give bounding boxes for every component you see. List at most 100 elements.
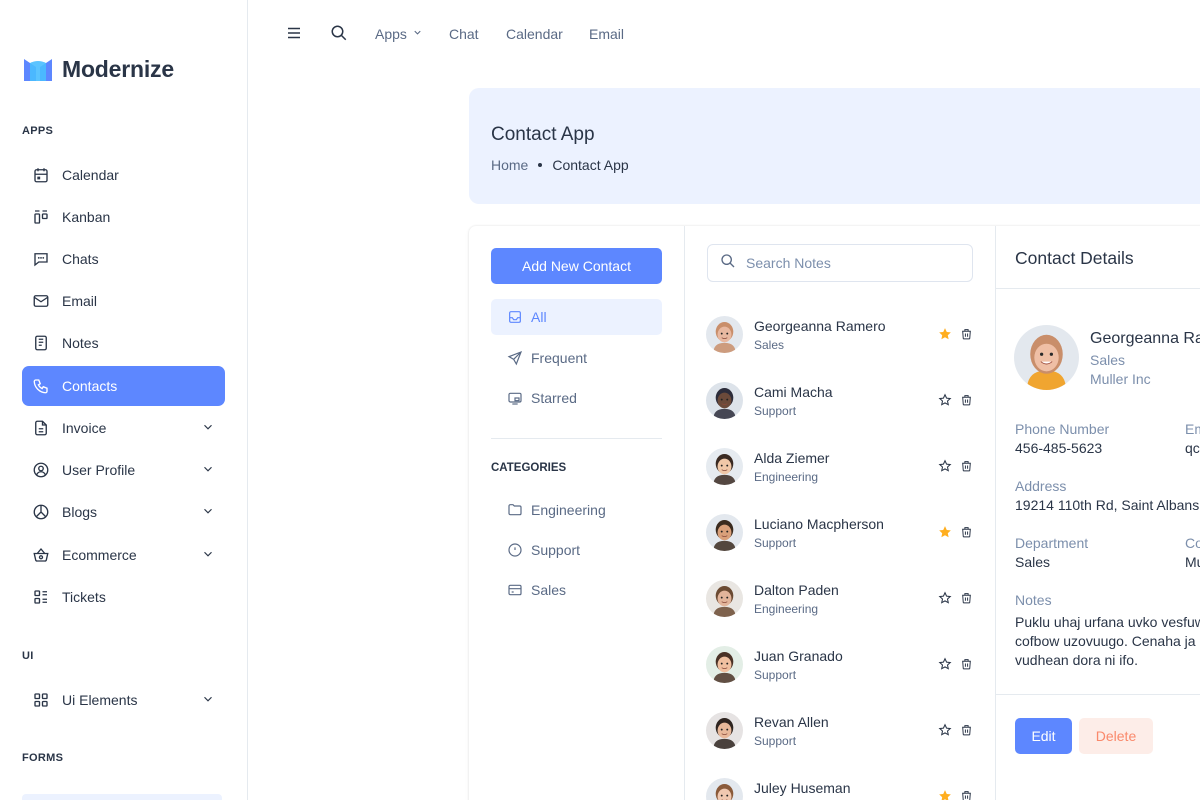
breadcrumb-current: Contact App xyxy=(552,157,629,173)
contact-list-item[interactable]: Alda Ziemer Engineering xyxy=(706,445,976,489)
star-icon[interactable] xyxy=(938,591,952,610)
trash-icon[interactable] xyxy=(960,657,973,676)
search-input[interactable] xyxy=(746,255,956,271)
edit-button[interactable]: Edit xyxy=(1015,718,1072,754)
category-engineering[interactable]: Engineering xyxy=(491,492,662,528)
chevron-down-icon xyxy=(201,462,215,479)
sidebar: Modernize APPS Calendar Kanban Chats Ema… xyxy=(0,0,248,800)
category-sales[interactable]: Sales xyxy=(491,572,662,608)
column-divider xyxy=(995,226,996,800)
notes-icon xyxy=(32,334,50,352)
sidebar-item-user-profile[interactable]: User Profile xyxy=(22,450,225,490)
contact-name: Juan Granado xyxy=(754,648,843,664)
topbar-link-email[interactable]: Email xyxy=(589,26,624,42)
contact-details-title: Contact Details xyxy=(1015,248,1134,268)
contact-list-item[interactable]: Georgeanna Ramero Sales xyxy=(706,313,976,357)
phone-value: 456-485-5623 xyxy=(1015,440,1103,456)
contact-list-item[interactable]: Revan Allen Support xyxy=(706,709,976,753)
sidebar-item-label: Calendar xyxy=(62,167,119,183)
trash-icon[interactable] xyxy=(960,723,973,742)
contact-list-item[interactable]: Juley Huseman xyxy=(706,775,976,800)
divider xyxy=(996,694,1200,695)
kanban-icon xyxy=(32,208,50,226)
email-label: Em xyxy=(1185,421,1200,437)
notes-label: Notes xyxy=(1015,592,1052,608)
menu-icon[interactable] xyxy=(285,24,303,47)
filter-all[interactable]: All xyxy=(491,299,662,335)
topbar-link-label: Apps xyxy=(375,26,407,42)
contact-list-item[interactable]: Dalton Paden Engineering xyxy=(706,577,976,621)
topbar-link-chat[interactable]: Chat xyxy=(449,26,479,42)
trash-icon[interactable] xyxy=(960,789,973,800)
chat-icon xyxy=(32,250,50,268)
star-icon[interactable] xyxy=(938,459,952,478)
sidebar-item-calendar[interactable]: Calendar xyxy=(22,155,225,195)
sidebar-item-ui-elements[interactable]: Ui Elements xyxy=(22,680,225,720)
trash-icon[interactable] xyxy=(960,525,973,544)
contact-name: Juley Huseman xyxy=(754,780,851,796)
address-value: 19214 110th Rd, Saint Albans, N xyxy=(1015,497,1200,513)
sidebar-item-chats[interactable]: Chats xyxy=(22,239,225,279)
topbar-link-apps[interactable]: Apps xyxy=(375,26,423,42)
invoice-icon xyxy=(32,419,50,437)
contact-company: Muller Inc xyxy=(1090,371,1151,387)
sidebar-item-tickets[interactable]: Tickets xyxy=(22,577,225,617)
breadcrumb-home[interactable]: Home xyxy=(491,157,528,173)
send-icon xyxy=(507,350,523,366)
star-icon[interactable] xyxy=(938,393,952,412)
sidebar-item-label: Kanban xyxy=(62,209,111,225)
avatar xyxy=(706,382,743,419)
device-icon xyxy=(507,390,523,406)
sidebar-item-label: User Profile xyxy=(62,462,136,478)
trash-icon[interactable] xyxy=(960,393,973,412)
sidebar-item-blogs[interactable]: Blogs xyxy=(22,492,225,532)
star-icon[interactable] xyxy=(938,723,952,742)
contact-name: Luciano Macpherson xyxy=(754,516,884,532)
sidebar-item-invoice[interactable]: Invoice xyxy=(22,408,225,448)
chevron-down-icon xyxy=(201,420,215,437)
logo[interactable]: Modernize xyxy=(22,56,174,83)
star-icon[interactable] xyxy=(938,327,952,346)
department-value: Sales xyxy=(1015,554,1051,570)
chevron-down-icon xyxy=(201,692,215,709)
sidebar-item-partial[interactable] xyxy=(22,794,222,800)
topbar-link-calendar[interactable]: Calendar xyxy=(506,26,563,42)
contact-list-item[interactable]: Juan Granado Support xyxy=(706,643,976,687)
search-box[interactable] xyxy=(707,244,973,282)
logo-icon xyxy=(22,57,54,83)
delete-button[interactable]: Delete xyxy=(1079,718,1153,754)
category-support[interactable]: Support xyxy=(491,532,662,568)
section-label-apps: APPS xyxy=(22,125,54,137)
avatar xyxy=(706,580,743,617)
page-header: Contact App Home Contact App xyxy=(469,88,1200,204)
column-divider xyxy=(684,226,685,800)
contact-department: Support xyxy=(754,536,797,550)
avatar xyxy=(706,448,743,485)
trash-icon[interactable] xyxy=(960,459,973,478)
sidebar-item-ecommerce[interactable]: Ecommerce xyxy=(22,535,225,575)
contact-list-item[interactable]: Luciano Macpherson Support xyxy=(706,511,976,555)
email-value: qc xyxy=(1185,440,1200,456)
filter-starred[interactable]: Starred xyxy=(491,380,662,416)
add-new-contact-button[interactable]: Add New Contact xyxy=(491,248,662,284)
star-icon[interactable] xyxy=(938,657,952,676)
search-icon xyxy=(720,253,736,274)
category-label: Sales xyxy=(531,582,567,598)
search-icon[interactable] xyxy=(330,24,348,47)
star-icon[interactable] xyxy=(938,525,952,544)
section-label-forms: FORMS xyxy=(22,752,64,764)
sidebar-item-label: Blogs xyxy=(62,504,98,520)
inbox-icon xyxy=(507,309,523,325)
sidebar-item-email[interactable]: Email xyxy=(22,281,225,321)
trash-icon[interactable] xyxy=(960,327,973,346)
sidebar-item-contacts[interactable]: Contacts xyxy=(22,366,225,406)
sidebar-item-kanban[interactable]: Kanban xyxy=(22,197,225,237)
sidebar-item-notes[interactable]: Notes xyxy=(22,323,225,363)
star-icon[interactable] xyxy=(938,789,952,800)
contact-list-item[interactable]: Cami Macha Support xyxy=(706,379,976,423)
address-label: Address xyxy=(1015,478,1067,494)
alert-circle-icon xyxy=(507,542,523,558)
filter-frequent[interactable]: Frequent xyxy=(491,340,662,376)
trash-icon[interactable] xyxy=(960,591,973,610)
category-label: Support xyxy=(531,542,581,558)
